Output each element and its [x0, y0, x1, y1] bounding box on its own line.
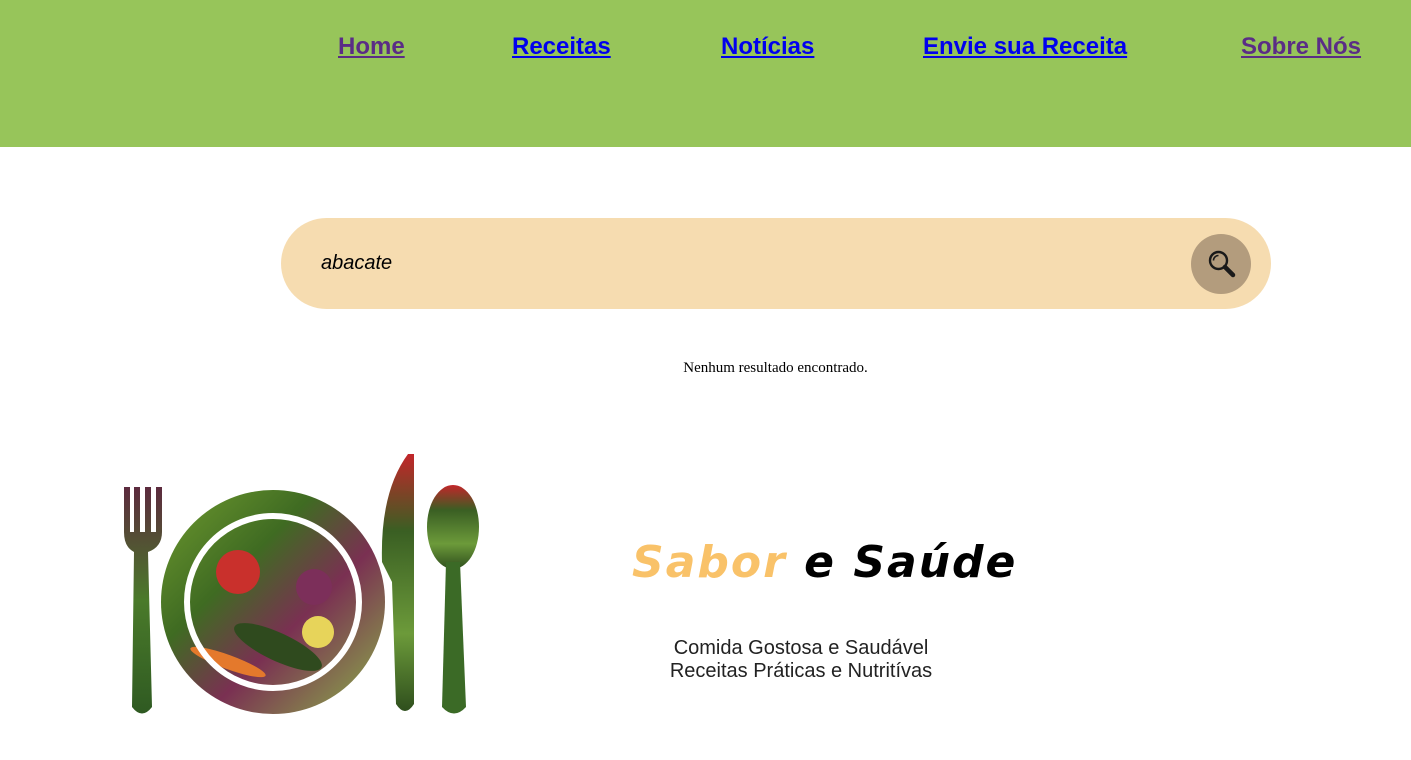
- search-icon: [1208, 250, 1236, 278]
- nav-link-home[interactable]: Home: [338, 32, 405, 62]
- brand-title-saude: Saúde: [853, 537, 1018, 588]
- nav-link-sobre-nos[interactable]: Sobre Nós: [1241, 32, 1361, 62]
- tagline-line-2: Receitas Práticas e Nutritívas: [669, 660, 933, 682]
- nav-link-envie-sua-receita[interactable]: Envie sua Receita: [923, 32, 1127, 62]
- tagline-line-1: Comida Gostosa e Saudável: [673, 637, 929, 659]
- brand-title-sabor: Sabor: [632, 537, 787, 588]
- search-button[interactable]: [1191, 234, 1251, 294]
- no-results-message: Nenhum resultado encontrado.: [683, 360, 868, 376]
- top-navigation-bar: Home Receitas Notícias Envie sua Receita…: [0, 0, 1411, 147]
- nav-link-noticias[interactable]: Notícias: [721, 32, 814, 62]
- search-input[interactable]: [321, 246, 1181, 280]
- brand-title: Sabor e Saúde: [632, 534, 1017, 592]
- search-bar: [281, 218, 1271, 309]
- fork-plate-knife-spoon-icon: [124, 454, 479, 714]
- brand-title-e: e: [804, 537, 836, 588]
- nav-link-receitas[interactable]: Receitas: [512, 32, 611, 62]
